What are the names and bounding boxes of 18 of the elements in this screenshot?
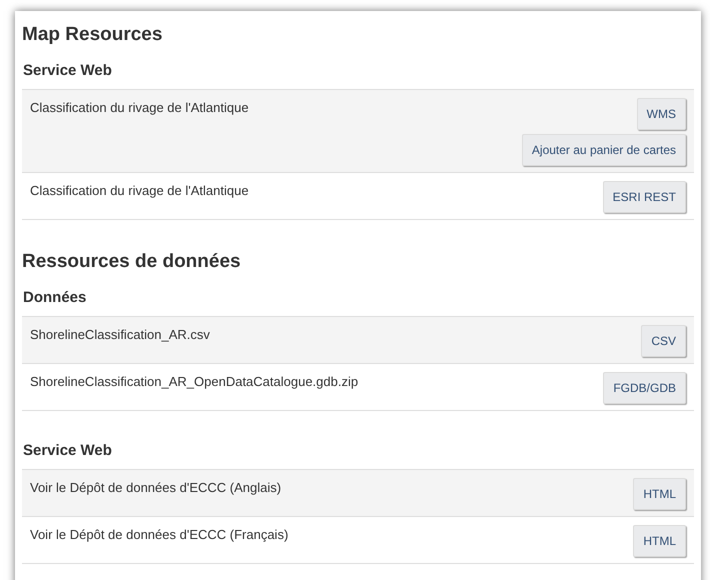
resource-title: Voir le Dépôt de données d'ECCC (Anglais) xyxy=(30,479,282,497)
resource-title: Classification du rivage de l'Atlantique xyxy=(30,182,249,200)
resource-title: ShorelineClassification_AR_OpenDataCatalogue.gdb.zip xyxy=(30,373,358,391)
resource-title: Classification du rivage de l'Atlantique xyxy=(30,99,249,117)
format-button[interactable]: HTML xyxy=(633,525,686,557)
format-button[interactable]: CSV xyxy=(641,325,686,357)
group-heading: Données xyxy=(22,288,88,308)
format-button[interactable]: WMS xyxy=(636,98,686,130)
group-heading: Service Web xyxy=(22,61,113,81)
resource-title: Voir le Dépôt de données d'ECCC (Français) xyxy=(30,526,288,544)
section-heading: Map Resources xyxy=(22,23,164,47)
resource-title: ShorelineClassification_AR.csv xyxy=(30,326,210,344)
group-heading: Service Web xyxy=(22,441,113,461)
format-button[interactable]: FGDB/GDB xyxy=(603,372,686,404)
format-button[interactable]: HTML xyxy=(633,478,686,510)
format-button[interactable]: Ajouter au panier de cartes xyxy=(522,134,686,166)
format-button[interactable]: ESRI REST xyxy=(602,181,686,213)
section-heading: Ressources de données xyxy=(22,250,242,274)
